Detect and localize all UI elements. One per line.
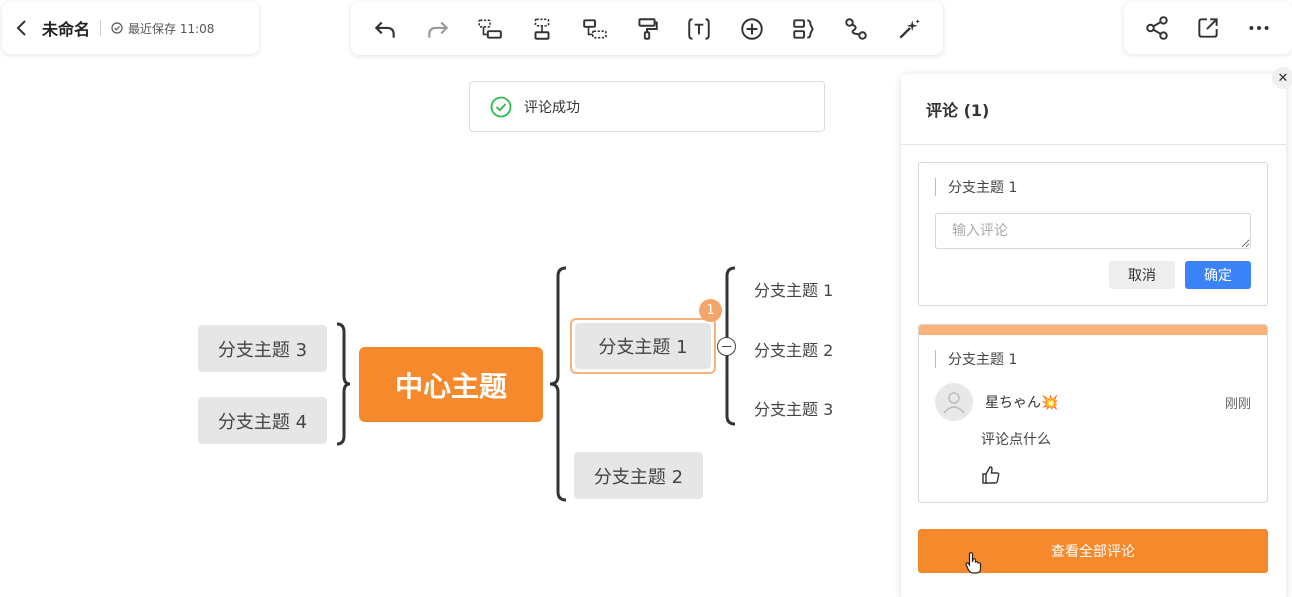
parent-topic-icon bbox=[582, 18, 607, 38]
paint-roller-icon bbox=[638, 17, 658, 40]
header-left: 未命名 最近保存 11:08 bbox=[2, 2, 259, 54]
summary-icon bbox=[793, 18, 814, 39]
comment-accent-bar bbox=[919, 325, 1267, 335]
share-icon bbox=[1146, 16, 1169, 40]
plus-circle-icon bbox=[740, 17, 763, 40]
center-topic-node[interactable]: 中心主题 bbox=[359, 347, 543, 422]
comments-panel-title: 评论 (1) bbox=[926, 101, 990, 120]
external-link-icon bbox=[1198, 18, 1218, 38]
minus-icon bbox=[722, 345, 731, 348]
child-topic-icon bbox=[478, 19, 502, 39]
share-button[interactable] bbox=[1140, 11, 1174, 45]
more-horizontal-icon bbox=[1249, 26, 1269, 30]
insert-button[interactable] bbox=[735, 12, 769, 46]
save-status-text: 最近保存 11:08 bbox=[128, 21, 215, 36]
comment-count-badge[interactable]: 1 bbox=[699, 299, 722, 322]
comment-user-row: 星ちゃん💥 刚刚 bbox=[935, 383, 1251, 421]
add-parent-topic-button[interactable] bbox=[578, 12, 612, 46]
like-button[interactable] bbox=[981, 465, 1001, 485]
comment-input[interactable] bbox=[935, 213, 1251, 249]
sub-branch-1[interactable]: 分支主题 1 bbox=[754, 277, 833, 301]
comment-author: 星ちゃん💥 bbox=[985, 395, 1059, 411]
save-status: 最近保存 11:08 bbox=[111, 20, 214, 37]
compose-actions: 取消 确定 bbox=[1109, 261, 1251, 289]
comment-time: 刚刚 bbox=[1224, 396, 1251, 412]
cancel-button[interactable]: 取消 bbox=[1109, 261, 1175, 289]
sibling-topic-icon bbox=[534, 17, 550, 40]
add-sibling-topic-button[interactable] bbox=[525, 12, 559, 46]
branch-node-label: 分支主题 2 bbox=[593, 466, 684, 488]
magic-wand-icon bbox=[899, 18, 920, 39]
branch-node-3[interactable]: 分支主题 3 bbox=[198, 325, 327, 372]
relationship-icon bbox=[845, 17, 868, 40]
sub-branch-3[interactable]: 分支主题 3 bbox=[754, 396, 833, 420]
branch-node-4[interactable]: 分支主题 4 bbox=[198, 397, 327, 444]
header-right bbox=[1124, 2, 1292, 54]
branch-node-2[interactable]: 分支主题 2 bbox=[574, 452, 703, 499]
compose-topic-ref: 分支主题 1 bbox=[935, 177, 1251, 197]
comment-topic-ref: 分支主题 1 bbox=[935, 349, 1267, 369]
branch-node-label: 分支主题 3 bbox=[217, 339, 308, 361]
document-title[interactable]: 未命名 bbox=[42, 16, 90, 40]
more-button[interactable] bbox=[1242, 11, 1276, 45]
close-panel-button[interactable]: ✕ bbox=[1272, 67, 1292, 89]
toast-message: 评论成功 bbox=[524, 99, 580, 116]
thumbs-up-icon bbox=[982, 466, 1000, 484]
undo-icon bbox=[374, 21, 395, 38]
check-circle-icon bbox=[490, 96, 512, 117]
confirm-button[interactable]: 确定 bbox=[1185, 261, 1251, 289]
close-icon: ✕ bbox=[1277, 70, 1289, 86]
add-child-topic-button[interactable] bbox=[473, 12, 507, 46]
branch-node-1[interactable]: 分支主题 1 bbox=[575, 323, 711, 369]
toolbar bbox=[351, 2, 943, 55]
comments-panel-header: 评论 (1) bbox=[901, 74, 1286, 145]
text-icon bbox=[688, 17, 711, 40]
divider bbox=[100, 20, 102, 36]
user-icon bbox=[943, 392, 965, 414]
undo-button[interactable] bbox=[368, 12, 402, 46]
summary-button[interactable] bbox=[787, 12, 821, 46]
check-circle-icon bbox=[111, 22, 123, 34]
chevron-left-icon bbox=[16, 20, 26, 36]
redo-button[interactable] bbox=[421, 12, 455, 46]
export-button[interactable] bbox=[1191, 11, 1225, 45]
comment-compose-box: 分支主题 1 取消 确定 bbox=[918, 162, 1268, 306]
insert-text-button[interactable] bbox=[682, 12, 716, 46]
sub-branch-2[interactable]: 分支主题 2 bbox=[754, 337, 833, 361]
hand-cursor-icon bbox=[965, 552, 982, 574]
collapse-branch-button[interactable] bbox=[717, 337, 736, 356]
success-toast: 评论成功 bbox=[469, 81, 825, 132]
back-button[interactable] bbox=[2, 2, 42, 54]
avatar[interactable] bbox=[935, 383, 973, 421]
relationship-button[interactable] bbox=[839, 12, 873, 46]
theme-button[interactable] bbox=[892, 12, 926, 46]
branch-node-label: 分支主题 1 bbox=[598, 337, 688, 358]
redo-icon bbox=[427, 21, 448, 38]
comment-text: 评论点什么 bbox=[981, 432, 1051, 448]
branch-node-label: 分支主题 4 bbox=[217, 411, 308, 433]
center-topic-label: 中心主题 bbox=[394, 369, 507, 403]
comment-item: 分支主题 1 星ちゃん💥 刚刚 评论点什么 bbox=[918, 324, 1268, 503]
format-painter-button[interactable] bbox=[630, 12, 664, 46]
